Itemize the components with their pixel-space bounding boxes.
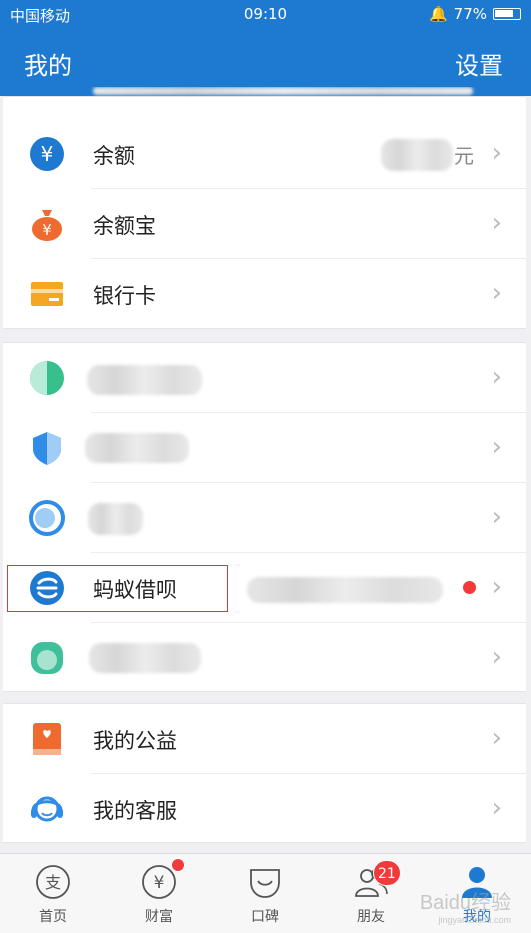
customer-service-row[interactable]: 我的客服 ›	[3, 774, 526, 844]
list-item[interactable]: ›	[3, 343, 526, 413]
highlight-box	[7, 565, 228, 612]
watermark-subtext: jingyan.baidu.com	[438, 915, 511, 925]
tab-bar: 支 首页 ¥ 财富 口碑 21 朋友 我的 Baidu经验 jingyan.ba…	[0, 853, 531, 933]
tab-label: 口碑	[251, 909, 279, 925]
notification-dot	[463, 581, 476, 594]
tab-wealth[interactable]: ¥ 财富	[106, 854, 212, 933]
svg-text:支: 支	[45, 873, 61, 892]
svg-text:¥: ¥	[41, 142, 54, 166]
balance-unit: 元	[454, 144, 474, 168]
header: 我的 设置	[0, 28, 531, 96]
bank-card-label: 银行卡	[93, 284, 156, 308]
svg-text:¥: ¥	[42, 221, 52, 239]
service-icon	[30, 361, 64, 395]
headset-icon	[31, 796, 63, 822]
tab-koubei[interactable]: 口碑	[212, 854, 318, 933]
balance-label: 余额	[93, 144, 135, 168]
tab-home[interactable]: 支 首页	[0, 854, 106, 933]
yuan-circle-icon: ¥	[30, 137, 64, 171]
charity-row[interactable]: 我的公益 ›	[3, 704, 526, 774]
chevron-right-icon: ›	[491, 502, 502, 532]
battery-percent: 77%	[453, 5, 487, 23]
koubei-icon	[250, 869, 280, 898]
chevron-right-icon: ›	[491, 432, 502, 462]
bank-card-icon	[31, 282, 63, 306]
settings-button[interactable]: 设置	[455, 46, 503, 81]
money-bag-icon: ¥	[32, 210, 62, 241]
tab-label: 财富	[145, 909, 173, 925]
yuebao-label: 余额宝	[93, 214, 156, 238]
account-group: ¥ 余额 元 › ¥ 余额宝 › 银行卡 ›	[3, 87, 526, 329]
svg-text:¥: ¥	[154, 873, 165, 893]
tab-label: 首页	[39, 909, 67, 925]
balance-row[interactable]: ¥ 余额 元 ›	[3, 119, 526, 189]
yuebao-row[interactable]: ¥ 余额宝 ›	[3, 189, 526, 259]
more-group: 我的公益 › 我的客服 ›	[3, 703, 526, 843]
home-icon: 支	[36, 865, 70, 899]
battery-icon	[493, 8, 521, 20]
list-item[interactable]: ›	[3, 623, 526, 693]
chevron-right-icon: ›	[491, 138, 502, 168]
friends-badge: 21	[373, 860, 401, 886]
charity-label: 我的公益	[93, 729, 177, 753]
chevron-right-icon: ›	[491, 793, 502, 823]
watermark-text: Baidu经验	[419, 892, 511, 914]
tab-friends[interactable]: 21 朋友	[318, 854, 424, 933]
wealth-badge-dot	[171, 858, 185, 872]
chevron-right-icon: ›	[491, 362, 502, 392]
chevron-right-icon: ›	[491, 723, 502, 753]
charity-book-icon	[33, 723, 61, 755]
customer-service-label: 我的客服	[93, 799, 177, 823]
list-item[interactable]: ›	[3, 413, 526, 483]
watermark: Baidu经验 jingyan.baidu.com	[420, 886, 511, 925]
shield-icon	[33, 432, 61, 465]
status-bar: 中国移动 09:10 🔔 77%	[0, 0, 531, 28]
service-icon	[29, 500, 65, 536]
chevron-right-icon: ›	[491, 642, 502, 672]
partial-row-top[interactable]	[3, 87, 526, 109]
chevron-right-icon: ›	[491, 278, 502, 308]
page-title: 我的	[24, 52, 72, 80]
service-icon	[31, 642, 63, 674]
list-item[interactable]: ›	[3, 483, 526, 553]
bank-card-row[interactable]: 银行卡 ›	[3, 259, 526, 329]
status-right: 🔔 77%	[429, 5, 521, 23]
balance-amount-blurred	[381, 139, 453, 171]
chevron-right-icon: ›	[491, 572, 502, 602]
chevron-right-icon: ›	[491, 208, 502, 238]
tab-label: 朋友	[357, 909, 385, 925]
services-group: › › › 蚂蚁借呗 › ›	[3, 342, 526, 692]
alarm-icon: 🔔	[428, 5, 448, 23]
